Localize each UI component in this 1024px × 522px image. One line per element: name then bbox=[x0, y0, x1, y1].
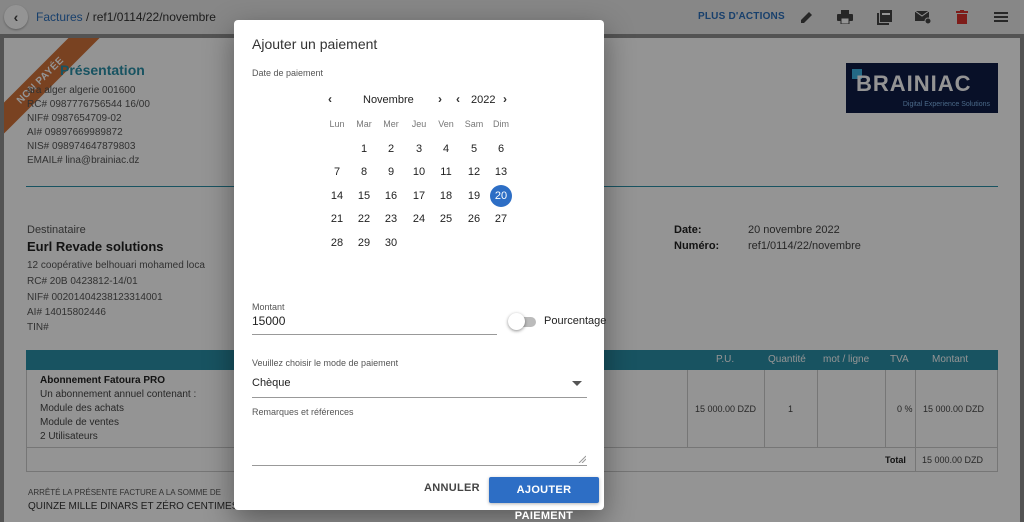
calendar-day[interactable]: 4 bbox=[435, 138, 457, 160]
dialog-title: Ajouter un paiement bbox=[252, 36, 378, 52]
calendar-day[interactable]: 16 bbox=[380, 185, 402, 207]
weekday-label: Mer bbox=[383, 119, 399, 129]
calendar-day[interactable]: 5 bbox=[463, 138, 485, 160]
calendar-day[interactable]: 24 bbox=[408, 208, 430, 230]
calendar-day[interactable]: 13 bbox=[490, 161, 512, 183]
weekday-label: Ven bbox=[438, 119, 454, 129]
resize-handle-icon[interactable] bbox=[578, 455, 586, 463]
add-payment-dialog: Ajouter un paiement Date de paiement ‹ N… bbox=[234, 20, 607, 522]
calendar-day[interactable]: 15 bbox=[353, 185, 375, 207]
calendar-day[interactable]: 3 bbox=[408, 138, 430, 160]
calendar-day[interactable]: 26 bbox=[463, 208, 485, 230]
calendar-day[interactable]: 23 bbox=[380, 208, 402, 230]
calendar-day[interactable]: 2 bbox=[380, 138, 402, 160]
calendar-day[interactable]: 8 bbox=[353, 161, 375, 183]
weekday-label: Mar bbox=[356, 119, 372, 129]
calendar-day[interactable]: 18 bbox=[435, 185, 457, 207]
calendar-day[interactable]: 17 bbox=[408, 185, 430, 207]
calendar-day[interactable]: 7 bbox=[326, 161, 348, 183]
next-year-icon[interactable]: › bbox=[503, 92, 507, 106]
payment-mode-select[interactable]: Chèque bbox=[252, 377, 291, 389]
remarks-label: Remarques et références bbox=[252, 407, 354, 417]
payment-mode-label: Veuillez choisir le mode de paiement bbox=[252, 358, 399, 368]
calendar-day[interactable]: 12 bbox=[463, 161, 485, 183]
chevron-down-icon[interactable] bbox=[572, 381, 582, 386]
cancel-button[interactable]: ANNULER bbox=[424, 482, 480, 494]
remarks-textarea[interactable] bbox=[252, 422, 582, 462]
calendar-day[interactable]: 22 bbox=[353, 208, 375, 230]
calendar-day[interactable]: 1 bbox=[353, 138, 375, 160]
weekday-label: Jeu bbox=[411, 119, 427, 129]
calendar-day[interactable]: 19 bbox=[463, 185, 485, 207]
calendar-year[interactable]: 2022 bbox=[471, 94, 495, 106]
weekday-label: Dim bbox=[493, 119, 509, 129]
calendar-day[interactable]: 10 bbox=[408, 161, 430, 183]
weekday-label: Sam bbox=[464, 119, 484, 129]
calendar-day-selected[interactable]: 20 bbox=[490, 185, 512, 207]
amount-label: Montant bbox=[252, 302, 285, 312]
calendar-day[interactable]: 27 bbox=[490, 208, 512, 230]
calendar-month[interactable]: Novembre bbox=[363, 94, 414, 106]
add-payment-button[interactable]: AJOUTER PAIEMENT bbox=[489, 477, 599, 522]
percentage-label: Pourcentage bbox=[544, 315, 607, 327]
calendar-day[interactable]: 14 bbox=[326, 185, 348, 207]
amount-input[interactable]: 15000 bbox=[252, 314, 285, 328]
calendar-day[interactable]: 25 bbox=[435, 208, 457, 230]
prev-year-icon[interactable]: ‹ bbox=[456, 92, 460, 106]
calendar-day[interactable]: 9 bbox=[380, 161, 402, 183]
calendar-day[interactable]: 30 bbox=[380, 232, 402, 254]
weekday-label: Lun bbox=[329, 119, 345, 129]
calendar-day[interactable]: 28 bbox=[326, 232, 348, 254]
percentage-toggle-knob[interactable] bbox=[508, 313, 525, 330]
calendar-day[interactable]: 29 bbox=[353, 232, 375, 254]
next-month-icon[interactable]: › bbox=[438, 92, 442, 106]
payment-date-label: Date de paiement bbox=[252, 68, 324, 78]
calendar-day[interactable]: 11 bbox=[435, 161, 457, 183]
calendar-day[interactable]: 21 bbox=[326, 208, 348, 230]
prev-month-icon[interactable]: ‹ bbox=[328, 92, 332, 106]
calendar-day[interactable]: 6 bbox=[490, 138, 512, 160]
